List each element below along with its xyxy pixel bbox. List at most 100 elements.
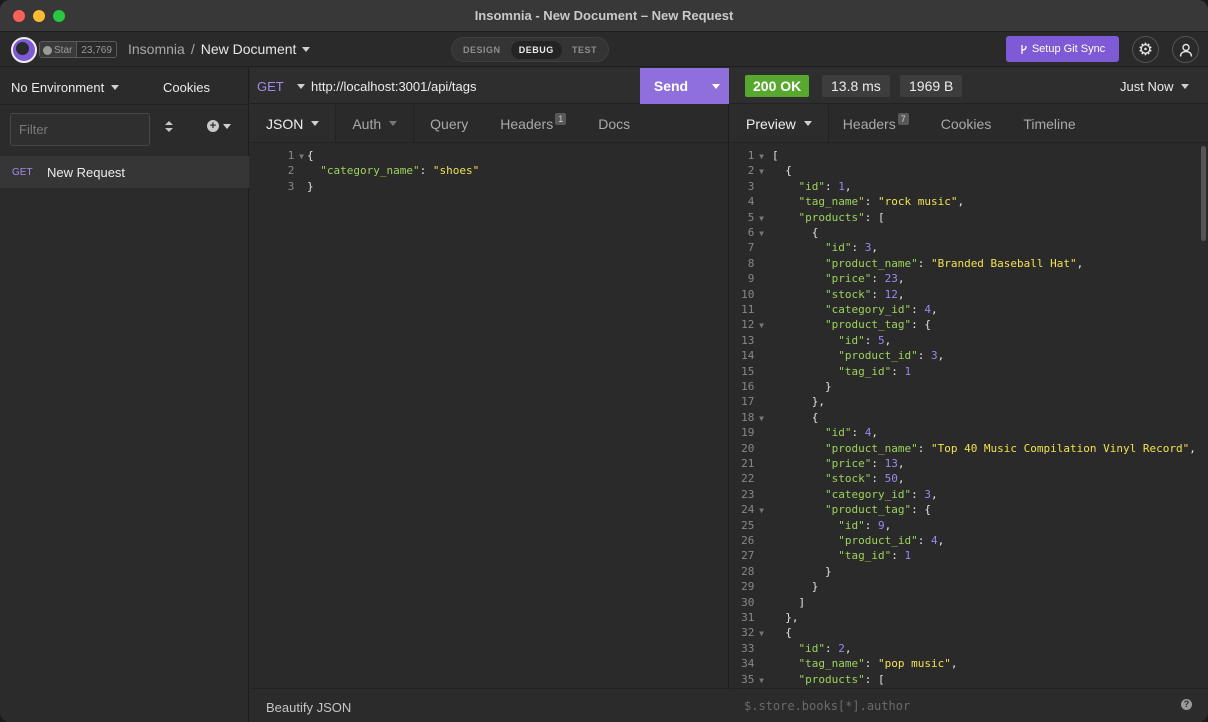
code-line: }, <box>772 395 825 409</box>
code-line: "tag_id": 1 <box>838 549 912 563</box>
breadcrumb-app[interactable]: Insomnia <box>128 41 185 57</box>
tab-docs[interactable]: Docs <box>582 105 646 142</box>
response-footer: $.store.books[*].author ? <box>730 688 1208 722</box>
document-menu-chevron-down-icon[interactable] <box>302 46 311 52</box>
response-status-bar: 200 OK 13.8 ms 1969 B Just Now <box>730 68 1208 104</box>
url-input[interactable]: http://localhost:3001/api/tags <box>311 79 477 94</box>
line-number: 18 ▼ <box>741 410 764 424</box>
tab-docs-label: Docs <box>598 115 631 132</box>
github-star-label: Star <box>54 44 73 56</box>
tab-timeline[interactable]: Timeline <box>1007 105 1091 142</box>
app-window: Insomnia - New Document – New Request St… <box>0 0 1208 722</box>
response-scrollbar[interactable] <box>1201 146 1206 241</box>
sidebar: No Environment Cookies Filter + GET New … <box>0 68 249 722</box>
line-number: 14 ▼ <box>741 349 755 363</box>
code-line: "id": 5, <box>838 333 892 347</box>
line-number: 22 ▼ <box>741 472 755 486</box>
sort-icon[interactable] <box>165 121 173 135</box>
add-item-button[interactable]: + <box>207 120 231 132</box>
line-number: 30 ▼ <box>741 595 755 609</box>
plus-circle-icon: + <box>207 120 219 132</box>
line-number: 13 ▼ <box>741 333 755 347</box>
settings-gear-icon[interactable]: ⚙ <box>1132 36 1159 63</box>
sidebar-request-item[interactable]: GET New Request <box>0 156 249 188</box>
title-bar: Insomnia - New Document – New Request <box>0 0 1208 32</box>
insomnia-logo-icon <box>11 37 37 63</box>
code-line: "id": 3, <box>824 241 878 255</box>
code-line: "category_name": "shoes" <box>320 164 480 178</box>
line-number: 20 ▼ <box>741 441 755 455</box>
tab-query[interactable]: Query <box>414 105 484 142</box>
tab-response-headers[interactable]: Headers 7 <box>829 105 925 142</box>
send-options-chevron-down-icon[interactable] <box>702 68 729 104</box>
status-badge: 200 OK <box>745 75 810 97</box>
request-name: New Request <box>47 164 126 180</box>
response-filter-input[interactable]: $.store.books[*].author <box>744 699 910 713</box>
line-number: 6 ▼ <box>747 226 764 239</box>
line-number: 2 ▼ <box>287 164 295 178</box>
line-number: 11 ▼ <box>741 303 755 316</box>
request-method-badge: GET <box>12 166 33 178</box>
tab-cookies-label: Cookies <box>940 115 992 132</box>
code-line: { <box>772 410 819 424</box>
app-header: Star 23,769 Insomnia / New Document DESI… <box>0 32 1208 67</box>
mode-debug[interactable]: DEBUG <box>510 40 562 59</box>
auth-chevron-down-icon <box>389 121 398 126</box>
github-star-button[interactable]: Star 23,769 <box>39 41 117 58</box>
line-number: 1 ▼ <box>747 149 764 162</box>
code-line: "products": [ <box>798 672 885 686</box>
line-number: 28 ▼ <box>741 564 755 578</box>
send-button[interactable]: Send <box>640 68 729 104</box>
code-line: "product_tag": { <box>824 503 931 517</box>
tab-auth[interactable]: Auth <box>336 105 415 142</box>
git-branch-icon <box>1021 44 1027 54</box>
code-line: "id": 4, <box>824 426 878 440</box>
account-user-icon[interactable] <box>1172 36 1199 63</box>
line-number: 17 ▼ <box>741 395 755 409</box>
help-icon[interactable]: ? <box>1181 699 1192 710</box>
tab-preview-label: Preview <box>746 115 796 132</box>
line-number: 31 ▼ <box>741 611 755 624</box>
code-line: "product_name": "Top 40 Music Compilatio… <box>824 441 1196 455</box>
tab-cookies[interactable]: Cookies <box>925 105 1008 142</box>
setup-git-sync-button[interactable]: Setup Git Sync <box>1006 36 1119 62</box>
line-number: 34 ▼ <box>741 657 755 671</box>
code-line: "product_id": 3, <box>838 349 945 363</box>
method-selector[interactable]: GET <box>257 79 284 94</box>
environment-selector[interactable]: No Environment <box>11 80 120 95</box>
mode-design[interactable]: DESIGN <box>455 41 509 59</box>
preview-mode-chevron-down-icon <box>803 121 812 126</box>
history-chevron-down-icon <box>1181 84 1190 89</box>
tab-preview[interactable]: Preview <box>730 105 829 142</box>
breadcrumb-document[interactable]: New Document <box>201 41 297 57</box>
sidebar-divider <box>0 104 249 105</box>
mode-test[interactable]: TEST <box>564 41 605 59</box>
response-headers-count-badge: 7 <box>897 112 909 125</box>
cookies-button[interactable]: Cookies <box>163 80 210 95</box>
line-number: 9 ▼ <box>747 272 755 286</box>
beautify-json-button[interactable]: Beautify JSON <box>266 700 351 715</box>
line-number: 8 ▼ <box>747 256 755 270</box>
line-number: 7 ▼ <box>747 241 755 255</box>
sidebar-filter-input[interactable]: Filter <box>10 113 150 146</box>
mode-switcher: DESIGN DEBUG TEST <box>451 37 609 62</box>
code-line: "product_tag": { <box>824 318 931 332</box>
headers-count-badge: 1 <box>555 112 567 125</box>
code-line: "stock": 50, <box>824 472 905 486</box>
tab-json[interactable]: JSON <box>250 105 337 142</box>
breadcrumb-separator: / <box>190 41 195 57</box>
github-star-count: 23,769 <box>76 42 116 57</box>
code-line: "stock": 12, <box>824 287 905 301</box>
line-number: 4 ▼ <box>747 195 755 209</box>
code-line: } <box>772 380 832 393</box>
code-line: "tag_id": 1 <box>838 364 912 378</box>
line-number: 33 ▼ <box>741 641 755 655</box>
method-chevron-down-icon[interactable] <box>297 84 305 89</box>
response-history-label: Just Now <box>1120 79 1174 94</box>
code-line: "tag_name": "rock music", <box>798 195 965 209</box>
tab-headers[interactable]: Headers 1 <box>484 105 582 142</box>
line-number: 3 ▼ <box>747 179 755 193</box>
request-tabs: JSON Auth Query Headers 1 Docs <box>250 105 728 143</box>
tab-query-label: Query <box>430 115 469 132</box>
response-history-selector[interactable]: Just Now <box>1120 79 1190 94</box>
